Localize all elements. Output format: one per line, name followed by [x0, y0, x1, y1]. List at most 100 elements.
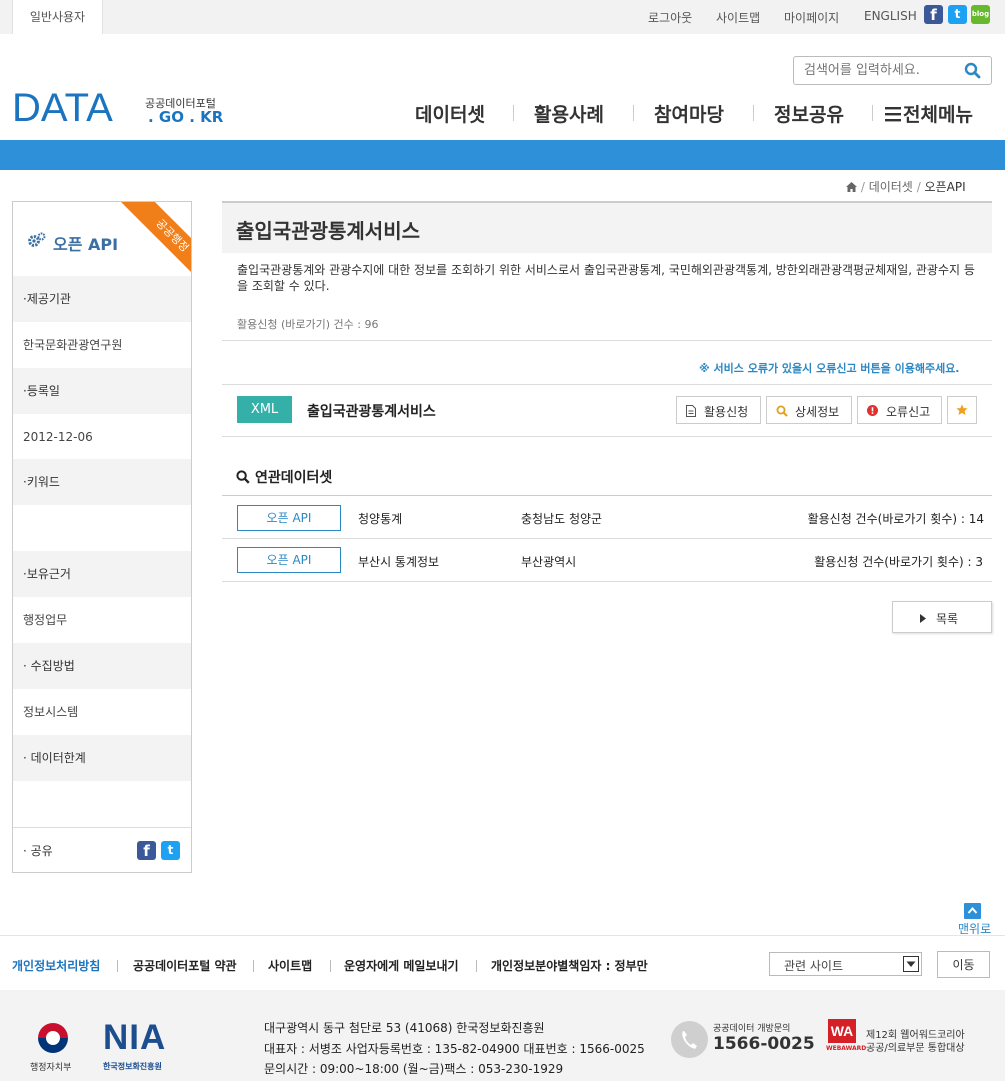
divider: [222, 581, 992, 582]
sidebar-divider: [13, 827, 191, 828]
search-box: [793, 56, 992, 85]
divider: [222, 340, 992, 341]
home-icon[interactable]: [846, 182, 857, 192]
divider: [222, 495, 992, 496]
limit-label: · 데이터한계: [13, 735, 191, 781]
footer-terms-link[interactable]: 공공데이터포털 약관: [133, 957, 237, 974]
footer-privacy-link[interactable]: 개인정보처리방침: [12, 957, 100, 974]
government-emblem-icon: [38, 1023, 68, 1053]
share-facebook-icon[interactable]: f: [137, 841, 156, 860]
search-icon[interactable]: [964, 62, 981, 79]
nav-divider: [753, 105, 754, 121]
footer-separator: [330, 960, 331, 972]
scroll-top-button[interactable]: 맨위로: [957, 903, 993, 936]
regdate-value: 2012-12-06: [23, 430, 93, 444]
provider-value: 한국문화관광연구원: [23, 338, 123, 352]
nia-logo: NIA: [103, 1018, 167, 1057]
blog-icon[interactable]: blog: [971, 5, 990, 24]
limit-value: [13, 781, 191, 827]
related-org: 충청남도 청양군: [521, 512, 603, 526]
service-name: 출입국관광통계서비스: [307, 404, 436, 420]
open-api-tag[interactable]: 오픈 API: [237, 505, 341, 531]
related-count: 활용신청 건수(바로가기 횟수) : 3: [814, 555, 983, 569]
divider: [222, 436, 992, 437]
service-description: 출입국관광통계와 관광수지에 대한 정보를 조회하기 위한 서비스로서 출입국관…: [237, 263, 975, 293]
page-title-bar: 출입국관광통계서비스: [222, 201, 992, 253]
nav-use-cases[interactable]: 활용사례: [534, 100, 604, 127]
phone-number: 1566-0025: [713, 1034, 815, 1054]
mypage-link[interactable]: 마이페이지: [784, 9, 839, 26]
go-button[interactable]: 이동: [937, 951, 990, 978]
caret-right-icon: [920, 614, 926, 623]
apply-label: 활용신청: [704, 405, 749, 419]
twitter-icon[interactable]: t: [948, 5, 967, 24]
search-input[interactable]: [804, 62, 954, 79]
footer-hours: 문의시간 : 09:00~18:00 (월~금)팩스 : 053-230-192…: [264, 1062, 564, 1076]
apply-button[interactable]: 활용신청: [676, 396, 761, 424]
sidebar: 공공행정 오픈 API ·제공기관 한국문화관광연구원 ·등록일 2012-12…: [12, 201, 192, 873]
report-label: 오류신고: [886, 405, 931, 419]
list-label: 목록: [936, 612, 959, 626]
phone-label: 공공데이터 개방문의: [713, 1024, 791, 1034]
phone-icon: [671, 1021, 708, 1058]
star-icon: [956, 404, 968, 415]
footer-address: 대구광역시 동구 첨단로 53 (41068) 한국정보화진흥원: [264, 1021, 545, 1035]
favorite-button[interactable]: [947, 396, 977, 424]
list-button[interactable]: 목록: [892, 601, 992, 633]
divider: [222, 384, 992, 385]
basis-value: 행정업무: [23, 613, 68, 627]
footer-mail-link[interactable]: 운영자에게 메일보내기: [344, 957, 459, 974]
regdate-label: ·등록일: [13, 368, 191, 414]
logo-domain: . GO . KR: [148, 108, 224, 126]
facebook-icon[interactable]: f: [924, 5, 943, 24]
nav-dataset[interactable]: 데이터셋: [415, 100, 485, 127]
share-twitter-icon[interactable]: t: [161, 841, 180, 860]
go-label: 이동: [952, 958, 975, 972]
related-name[interactable]: 부산시 통계정보: [358, 553, 439, 570]
footer-divider: [0, 935, 1005, 936]
sidebar-title: 오픈 API: [53, 235, 119, 254]
nav-info-share[interactable]: 정보공유: [774, 100, 844, 127]
user-type-tab[interactable]: 일반사용자: [12, 0, 103, 34]
keyword-label: ·키워드: [13, 459, 191, 505]
detail-button[interactable]: 상세정보: [766, 396, 852, 424]
logout-link[interactable]: 로그아웃: [648, 9, 692, 26]
alert-icon: [867, 405, 878, 416]
search-icon: [236, 470, 250, 484]
report-button[interactable]: 오류신고: [857, 396, 942, 424]
footer-separator: [253, 960, 254, 972]
breadcrumb-item[interactable]: 데이터셋: [869, 180, 913, 194]
magnifier-icon: [776, 405, 788, 417]
related-org: 부산광역시: [521, 555, 577, 569]
nav-divider: [513, 105, 514, 121]
category-ribbon: 공공행정: [121, 202, 191, 287]
hamburger-icon: [885, 107, 901, 122]
related-title: 연관데이터셋: [255, 470, 333, 486]
arrow-up-icon: [964, 903, 981, 919]
nav-divider: [872, 105, 873, 121]
footer-representative: 대표자 : 서병조 사업자등록번호 : 135-82-04900 대표번호 : …: [264, 1042, 645, 1056]
gear-icon: [28, 232, 46, 247]
all-menu-label: 전체메뉴: [903, 104, 973, 126]
method-value: 정보시스템: [23, 705, 79, 719]
nav-participation[interactable]: 참여마당: [654, 100, 724, 127]
divider: [222, 538, 992, 539]
keyword-value: [13, 505, 191, 551]
related-sites-select[interactable]: 관련 사이트: [769, 952, 922, 976]
related-name[interactable]: 청양통계: [358, 510, 402, 527]
provider-label: ·제공기관: [13, 276, 191, 322]
chevron-down-icon: [903, 956, 919, 972]
footer-info: 행정자치부 NIA 한국정보화진흥원 대구광역시 동구 첨단로 53 (4106…: [0, 990, 1005, 1081]
related-sites-value: 관련 사이트: [784, 959, 844, 973]
usage-count[interactable]: 활용신청 (바로가기) 건수 : 96: [237, 316, 378, 332]
detail-label: 상세정보: [795, 405, 840, 419]
breadcrumb-current: 오픈API: [924, 180, 966, 194]
nav-divider: [633, 105, 634, 121]
utility-bar: 일반사용자 로그아웃 사이트맵 마이페이지 ENGLISH f t blog: [0, 0, 1005, 34]
webaward-caption: WEBAWARD: [826, 1045, 867, 1052]
sitemap-link[interactable]: 사이트맵: [716, 9, 760, 26]
open-api-tag[interactable]: 오픈 API: [237, 547, 341, 573]
webaward-logo: WA: [828, 1019, 856, 1043]
english-link[interactable]: ENGLISH: [864, 9, 917, 23]
footer-sitemap-link[interactable]: 사이트맵: [268, 957, 312, 974]
